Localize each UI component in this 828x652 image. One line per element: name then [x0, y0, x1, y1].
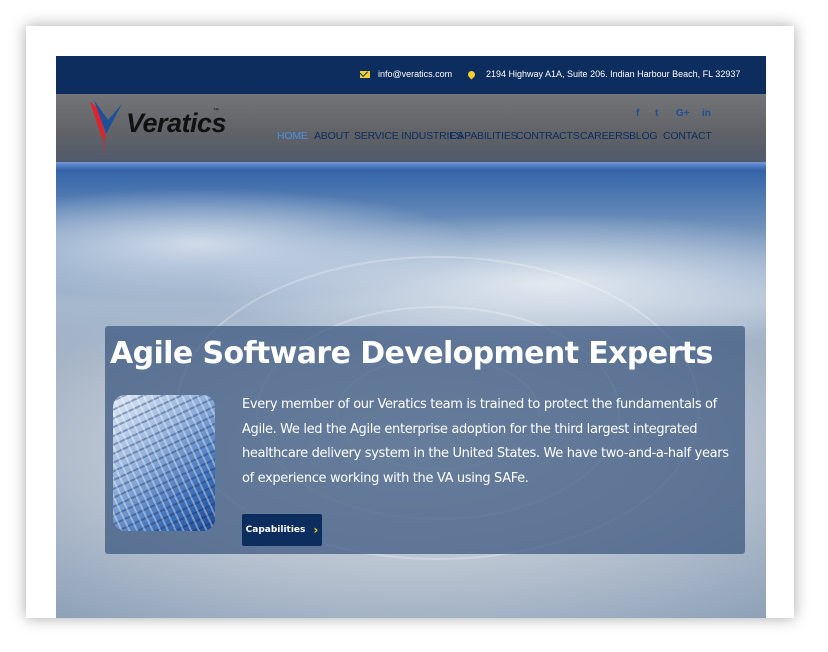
trademark: ™: [213, 108, 219, 114]
logo-mark-icon: [90, 100, 122, 158]
hero-description: Every member of our Veratics team is tra…: [242, 397, 729, 486]
nav-careers[interactable]: CAREERS: [580, 130, 630, 142]
nav-contact[interactable]: CONTACT: [663, 130, 712, 142]
capabilities-button-label: Capabilities: [245, 525, 306, 535]
map-pin-icon: [466, 69, 477, 79]
address-contact: 2194 Highway A1A, Suite 206. Indian Harb…: [466, 69, 741, 79]
website: info@veratics.com 2194 Highway A1A, Suit…: [56, 56, 766, 618]
nav-service-industries[interactable]: SERVICE INDUSTRIES: [354, 130, 463, 142]
nav-contracts[interactable]: CONTRACTS: [516, 130, 580, 142]
facebook-icon[interactable]: f: [636, 108, 639, 119]
nav-about[interactable]: ABOUT: [314, 130, 349, 142]
brand-name: Veratics: [126, 108, 227, 138]
main-header: Veratics ™ f t G+ in HOME ABOUT SERVICE …: [56, 94, 766, 170]
veratics-logo[interactable]: Veratics ™: [88, 98, 228, 158]
capabilities-button[interactable]: Capabilities ›: [242, 514, 322, 546]
nav-blog[interactable]: BLOG: [629, 130, 658, 142]
email-text[interactable]: info@veratics.com: [378, 69, 452, 79]
linkedin-icon[interactable]: in: [702, 108, 711, 119]
nav-capabilities[interactable]: CAPABILITIES: [450, 130, 518, 142]
envelope-icon: [360, 70, 370, 78]
nav-home[interactable]: HOME: [277, 130, 308, 142]
hero-card: Agile Software Development Experts Every…: [105, 326, 745, 554]
hero-title: Agile Software Development Experts: [110, 336, 713, 371]
twitter-icon[interactable]: t: [655, 108, 658, 119]
google-plus-icon[interactable]: G+: [676, 108, 690, 119]
keyboard-image: [113, 395, 215, 531]
top-contact-bar: info@veratics.com 2194 Highway A1A, Suit…: [56, 56, 766, 94]
address-text: 2194 Highway A1A, Suite 206. Indian Harb…: [486, 69, 741, 79]
chevron-right-icon: ›: [313, 523, 319, 537]
email-contact[interactable]: info@veratics.com: [360, 69, 452, 79]
